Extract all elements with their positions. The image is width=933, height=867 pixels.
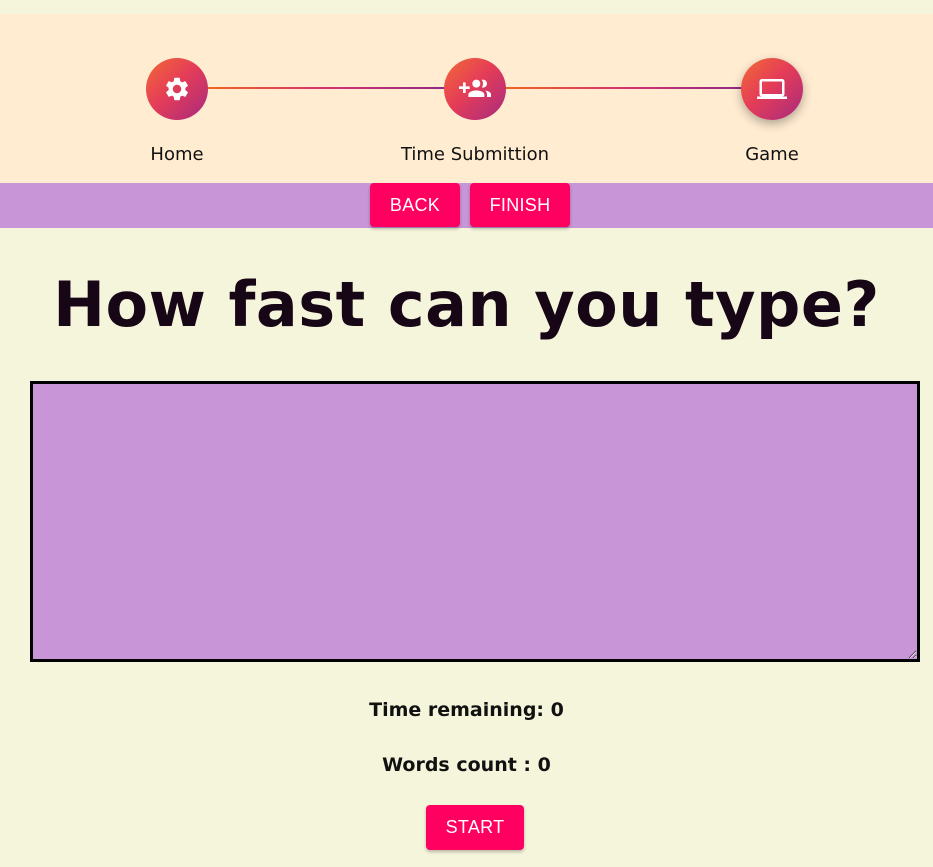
nav-bar: BACK FINISH bbox=[0, 183, 933, 228]
words-count-label: Words count : bbox=[382, 754, 538, 776]
start-button[interactable]: START bbox=[426, 805, 524, 850]
step-time-submission-label: Time Submittion bbox=[400, 144, 550, 165]
finish-button[interactable]: FINISH bbox=[470, 183, 570, 227]
words-count: Words count : 0 bbox=[0, 754, 933, 776]
step-game-label: Game bbox=[745, 144, 799, 165]
step-time-submission-circle[interactable] bbox=[444, 58, 506, 120]
typing-input[interactable] bbox=[30, 381, 920, 662]
time-remaining-label: Time remaining: bbox=[369, 699, 551, 721]
step-home-circle[interactable] bbox=[146, 58, 208, 120]
time-remaining-value: 0 bbox=[550, 699, 564, 721]
stepper: Home Time Submittion Game bbox=[0, 14, 933, 183]
group-add-icon bbox=[459, 79, 491, 97]
back-button[interactable]: BACK bbox=[370, 183, 460, 227]
step-home-label: Home bbox=[150, 144, 204, 165]
gear-icon bbox=[166, 77, 188, 101]
laptop-icon bbox=[757, 79, 787, 99]
time-remaining: Time remaining: 0 bbox=[0, 699, 933, 721]
step-game-circle[interactable] bbox=[741, 58, 803, 120]
page-title: How fast can you type? bbox=[53, 268, 880, 341]
words-count-value: 0 bbox=[537, 754, 551, 776]
step-connector-1 bbox=[208, 87, 445, 89]
step-connector-2 bbox=[505, 87, 742, 89]
